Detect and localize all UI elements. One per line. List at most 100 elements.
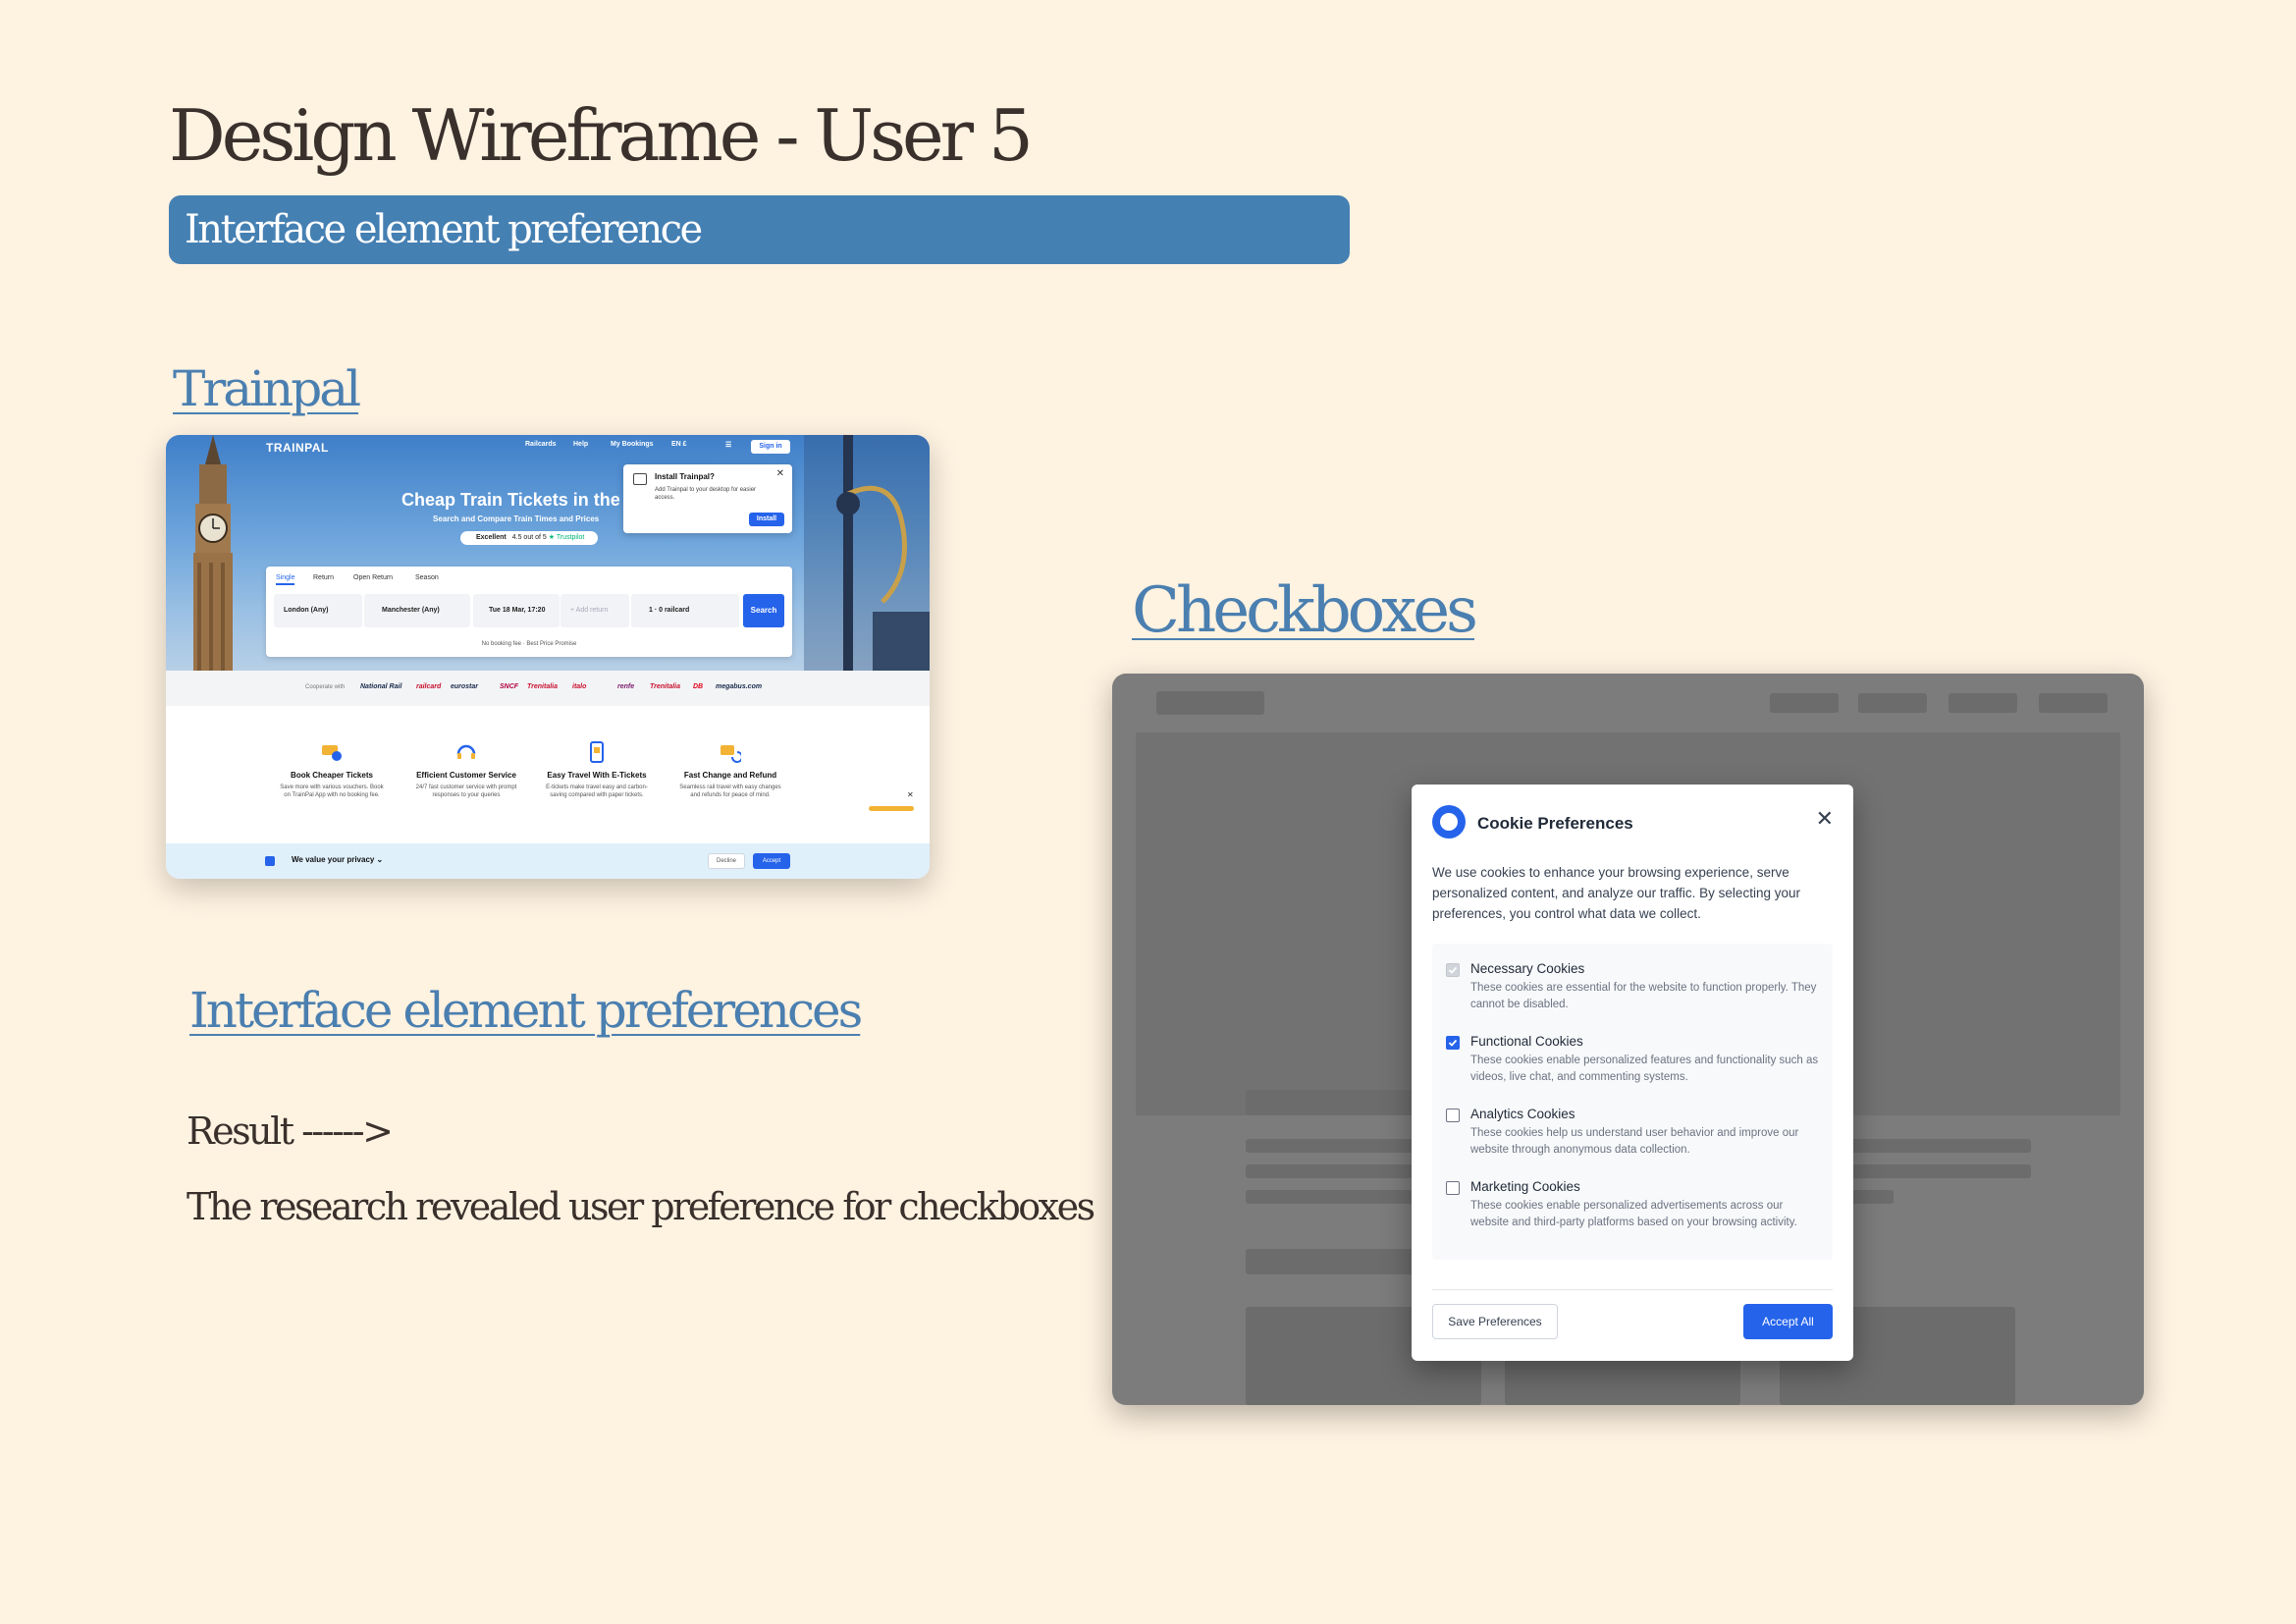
nav-help[interactable]: Help	[573, 441, 588, 457]
analytics-checkbox[interactable]	[1446, 1109, 1460, 1122]
trustpilot-rating: Excellent 4.5 out of 5 ★ Trustpilot	[460, 531, 598, 545]
skeleton-logo	[1156, 691, 1264, 715]
big-ben-illustration	[193, 435, 233, 671]
partner-logo: SNCF	[500, 683, 519, 690]
skeleton-nav	[1770, 693, 1839, 713]
tab-season[interactable]: Season	[415, 574, 439, 581]
option-desc: These cookies are essential for the webs…	[1470, 982, 1817, 1010]
no-fee-note[interactable]: No booking fee · Best Price Promise	[266, 641, 792, 647]
partner-logo: eurostar	[451, 683, 479, 690]
trustpilot-logo: ★ Trustpilot	[548, 534, 585, 541]
install-button[interactable]: Install	[749, 513, 784, 526]
nav-railcards[interactable]: Railcards	[525, 441, 557, 457]
privacy-banner: We value your privacy ⌄ Decline Accept	[166, 843, 930, 879]
cookie-screenshot: Cookie Preferences ✕ We use cookies to e…	[1112, 674, 2144, 1405]
nav-language[interactable]: EN £	[671, 441, 687, 457]
desktop-icon	[633, 473, 647, 485]
partners-strip: Cooperate with National Rail railcard eu…	[166, 671, 930, 706]
preferences-heading-link[interactable]: Interface element preferences	[189, 982, 863, 1039]
feature-desc: 24/7 fast customer service with prompt r…	[415, 785, 517, 798]
conclusion-text: The research revealed user preference fo…	[187, 1185, 1095, 1228]
privacy-toggle[interactable]: We value your privacy ⌄	[292, 855, 383, 864]
close-icon[interactable]: ✕	[776, 468, 784, 479]
feature-desc: Save more with various vouchers. Book on…	[280, 785, 384, 798]
sign-in-button[interactable]: Sign in	[751, 440, 790, 454]
modal-intro: We use cookies to enhance your browsing …	[1432, 865, 1800, 921]
accept-button[interactable]: Accept	[753, 853, 790, 869]
lock-icon	[265, 856, 275, 866]
tab-return[interactable]: Return	[313, 574, 334, 581]
option-desc: These cookies enable personalized advert…	[1470, 1200, 1797, 1228]
page-title: Design Wireframe - User 5	[169, 94, 1034, 177]
accept-all-button[interactable]: Accept All	[1743, 1304, 1833, 1339]
tab-open-return[interactable]: Open Return	[353, 574, 393, 581]
feature-title: Efficient Customer Service	[416, 771, 516, 780]
partner-logo: Trenitalia	[650, 683, 680, 690]
skeleton-nav	[1858, 693, 1927, 713]
feature-title: Easy Travel With E-Tickets	[547, 771, 647, 780]
nav-my-bookings[interactable]: My Bookings	[611, 441, 654, 457]
divider	[1432, 1289, 1833, 1290]
install-popup-title: Install Trainpal?	[655, 472, 715, 481]
mobile-ticket-icon	[590, 741, 604, 763]
from-field[interactable]: London (Any)	[274, 594, 362, 627]
trainpal-heading-link[interactable]: Trainpal	[173, 360, 361, 417]
trainpal-screenshot: TRAINPAL Railcards Help My Bookings EN £…	[166, 435, 930, 879]
partner-logo: renfe	[617, 683, 635, 690]
partner-logo: italo	[572, 683, 587, 690]
option-label[interactable]: Marketing Cookies	[1470, 1179, 1580, 1194]
close-icon[interactable]: ✕	[907, 790, 914, 799]
save-preferences-button[interactable]: Save Preferences	[1432, 1304, 1558, 1339]
install-popup: Install Trainpal? Add Trainpal to your d…	[623, 464, 792, 533]
rating-text: 4.5 out of 5	[511, 534, 547, 541]
hero-banner: TRAINPAL Railcards Help My Bookings EN £…	[166, 435, 930, 671]
partners-label: Cooperate with	[305, 684, 346, 690]
option-desc: These cookies help us understand user be…	[1470, 1127, 1799, 1156]
banner-label: Interface element preference	[185, 207, 703, 252]
feature-desc: E-tickets make travel easy and carbon-sa…	[546, 785, 648, 798]
cookie-modal: Cookie Preferences ✕ We use cookies to e…	[1412, 785, 1853, 1361]
functional-checkbox[interactable]	[1446, 1036, 1460, 1050]
cookie-logo-icon	[1432, 805, 1466, 839]
to-field[interactable]: Manchester (Any)	[364, 594, 470, 627]
passengers-field[interactable]: 1 · 0 railcard	[631, 594, 739, 627]
promo-widget[interactable]	[869, 806, 914, 811]
close-icon[interactable]: ✕	[1816, 808, 1834, 830]
partner-logo: National Rail	[360, 683, 402, 690]
partner-logo: DB	[693, 683, 704, 690]
hero-title: Cheap Train Tickets in the	[401, 490, 620, 510]
modal-title: Cookie Preferences	[1477, 814, 1633, 833]
feature-title: Fast Change and Refund	[683, 771, 777, 780]
marketing-checkbox[interactable]	[1446, 1181, 1460, 1195]
result-label: Result ------>	[187, 1110, 394, 1153]
skeleton-nav	[1949, 693, 2017, 713]
headset-icon	[456, 744, 476, 759]
return-field[interactable]: + Add return	[561, 594, 629, 627]
search-button[interactable]: Search	[743, 594, 784, 627]
partner-logo: megabus.com	[716, 683, 763, 690]
trainpal-logo[interactable]: TRAINPAL	[266, 441, 329, 455]
checkboxes-heading-link[interactable]: Checkboxes	[1132, 574, 1478, 647]
decline-button[interactable]: Decline	[708, 853, 745, 869]
date-field[interactable]: Tue 18 Mar, 17:20	[473, 594, 560, 627]
menu-icon[interactable]: ☰	[725, 441, 731, 457]
option-label: Necessary Cookies	[1470, 961, 1585, 976]
option-label[interactable]: Analytics Cookies	[1470, 1107, 1575, 1121]
partner-logo: Trenitalia	[527, 683, 558, 690]
search-panel: Single Return Open Return Season London …	[266, 567, 792, 657]
feature-card: Book Cheaper Tickets Save more with vari…	[278, 741, 386, 799]
option-label[interactable]: Functional Cookies	[1470, 1034, 1583, 1049]
cookie-options-list: Necessary Cookies These cookies are esse…	[1432, 944, 1833, 1260]
feature-card: Efficient Customer Service 24/7 fast cus…	[412, 741, 520, 799]
tab-single[interactable]: Single	[276, 574, 295, 585]
partner-logo: railcard	[416, 683, 442, 690]
refund-icon	[721, 745, 741, 763]
feature-title: Book Cheaper Tickets	[291, 771, 373, 780]
skeleton-nav	[2039, 693, 2108, 713]
feature-card: Easy Travel With E-Tickets E-tickets mak…	[543, 741, 651, 799]
rating-label: Excellent	[476, 534, 507, 541]
street-lamp-illustration	[804, 435, 930, 671]
feature-desc: Seamless rail travel with easy changes a…	[679, 785, 781, 798]
section-banner: Interface element preference	[169, 195, 1350, 264]
install-popup-body: Add Trainpal to your desktop for easier …	[655, 487, 757, 501]
